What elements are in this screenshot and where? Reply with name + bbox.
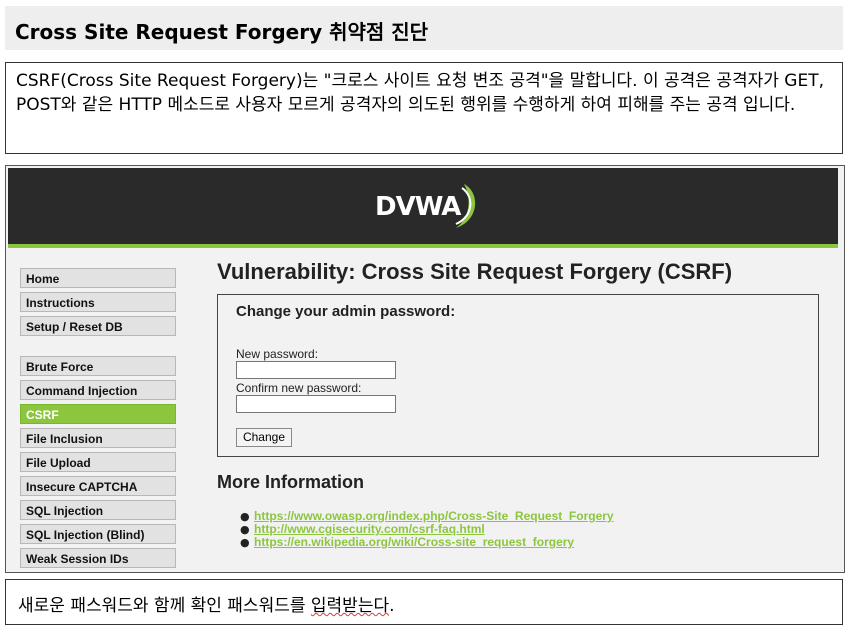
menu-item-csrf[interactable]: CSRF — [20, 404, 176, 424]
menu-item-sql-injection[interactable]: SQL Injection — [20, 500, 176, 520]
change-password-form: Change your admin password: New password… — [217, 294, 819, 457]
link-wikipedia[interactable]: https://en.wikipedia.org/wiki/Cross-site… — [254, 535, 574, 549]
description-text: CSRF(Cross Site Request Forgery)는 "크로스 사… — [16, 71, 825, 115]
menu-item-command-injection[interactable]: Command Injection — [20, 380, 176, 400]
logo-swoosh-icon — [455, 184, 476, 228]
note-marked-word: 입력받는다 — [310, 596, 390, 616]
change-button[interactable]: Change — [236, 428, 292, 447]
dvwa-header: DVWA — [8, 168, 838, 248]
bullet-icon: ● — [240, 536, 250, 549]
menu-item-home[interactable]: Home — [20, 268, 176, 288]
confirm-password-input[interactable] — [236, 395, 396, 413]
note-text: 새로운 패스워드와 함께 확인 패스워드를 입력받는다. — [18, 591, 395, 616]
menu-item-insecure-captcha[interactable]: Insecure CAPTCHA — [20, 476, 176, 496]
form-heading: Change your admin password: — [236, 303, 456, 320]
menu-item-instructions[interactable]: Instructions — [20, 292, 176, 312]
note-box: 새로운 패스워드와 함께 확인 패스워드를 입력받는다. — [5, 579, 843, 625]
description-box: CSRF(Cross Site Request Forgery)는 "크로스 사… — [5, 62, 843, 154]
menu-item-sql-injection-blind[interactable]: SQL Injection (Blind) — [20, 524, 176, 544]
menu-item-file-inclusion[interactable]: File Inclusion — [20, 428, 176, 448]
menu-item-file-upload[interactable]: File Upload — [20, 452, 176, 472]
more-info-title: More Information — [217, 472, 364, 492]
doc-title-bar: Cross Site Request Forgery 취약점 진단 — [5, 6, 843, 50]
note-suffix: . — [389, 596, 395, 616]
doc-title: Cross Site Request Forgery 취약점 진단 — [15, 20, 429, 44]
page-title: Vulnerability: Cross Site Request Forger… — [217, 259, 733, 284]
note-prefix: 새로운 패스워드와 함께 확인 패스워드를 — [18, 596, 311, 616]
new-password-label: New password: — [236, 347, 319, 361]
new-password-input[interactable] — [236, 361, 396, 379]
confirm-password-label: Confirm new password: — [236, 381, 362, 395]
list-item: ● https://en.wikipedia.org/wiki/Cross-sit… — [240, 531, 574, 550]
menu-item-setup-reset-db[interactable]: Setup / Reset DB — [20, 316, 176, 336]
menu-item-weak-session-ids[interactable]: Weak Session IDs — [20, 548, 176, 568]
menu-item-brute-force[interactable]: Brute Force — [20, 356, 176, 376]
dvwa-screenshot: DVWA Home Instructions Setup / Reset DB … — [5, 165, 845, 573]
